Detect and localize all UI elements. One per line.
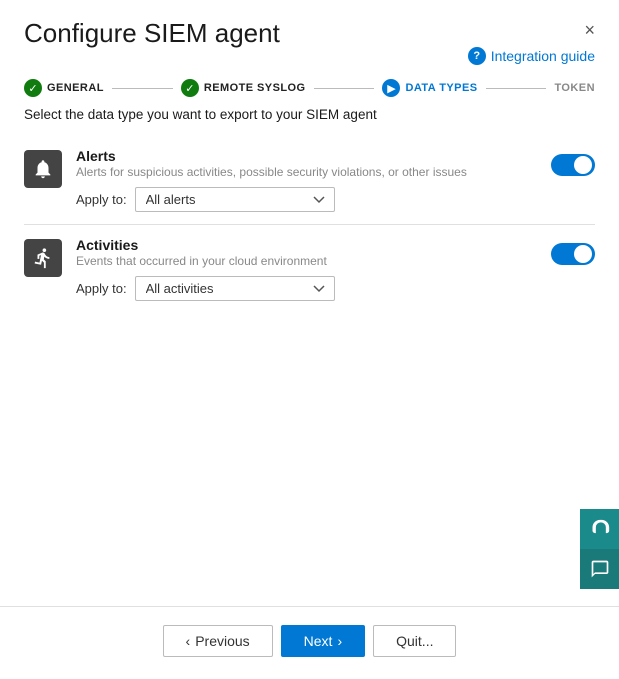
quit-button[interactable]: Quit... — [373, 625, 456, 657]
activities-apply-select[interactable]: All activities Custom — [135, 276, 335, 301]
stepper: ✓ GENERAL ✓ REMOTE SYSLOG ▶ DATA TYPES T… — [0, 65, 619, 107]
activities-title: Activities — [76, 237, 537, 253]
quit-label: Quit... — [396, 633, 433, 649]
alerts-apply-label: Apply to: — [76, 192, 127, 207]
alerts-title: Alerts — [76, 148, 537, 164]
step-icon-general: ✓ — [24, 79, 42, 97]
previous-label: Previous — [195, 633, 249, 649]
alerts-apply-select[interactable]: All alerts Custom — [135, 187, 335, 212]
integration-guide-label: Integration guide — [491, 48, 595, 64]
next-chevron-icon: › — [337, 633, 342, 649]
modal-body: Select the data type you want to export … — [0, 107, 619, 606]
activity-icon — [32, 247, 54, 269]
modal-title: Configure SIEM agent — [24, 18, 280, 49]
close-button[interactable]: × — [584, 20, 595, 41]
next-button[interactable]: Next › — [281, 625, 365, 657]
configure-siem-modal: Configure SIEM agent × ? Integration gui… — [0, 0, 619, 679]
step-icon-syslog: ✓ — [181, 79, 199, 97]
chat-icon — [590, 559, 610, 579]
previous-button[interactable]: ‹ Previous — [163, 625, 273, 657]
alerts-description: Alerts for suspicious activities, possib… — [76, 165, 537, 179]
alerts-toggle[interactable] — [551, 154, 595, 176]
step-label-general: GENERAL — [47, 82, 104, 94]
step-token: TOKEN — [554, 82, 595, 94]
data-type-activities-row: Activities Events that occurred in your … — [24, 225, 595, 313]
modal-footer: ‹ Previous Next › Quit... — [0, 606, 619, 679]
step-label-token: TOKEN — [554, 82, 595, 94]
step-line-2 — [314, 88, 375, 89]
step-general: ✓ GENERAL — [24, 79, 104, 97]
alerts-icon-container — [24, 150, 62, 188]
step-icon-datatypes: ▶ — [382, 79, 400, 97]
side-chat-button[interactable] — [580, 549, 619, 589]
step-line-3 — [486, 88, 547, 89]
step-line-1 — [112, 88, 173, 89]
activities-description: Events that occurred in your cloud envir… — [76, 254, 537, 268]
help-icon: ? — [468, 47, 486, 65]
step-remote-syslog: ✓ REMOTE SYSLOG — [181, 79, 306, 97]
step-data-types: ▶ DATA TYPES — [382, 79, 477, 97]
activities-toggle[interactable] — [551, 243, 595, 265]
integration-guide-link[interactable]: ? Integration guide — [468, 47, 595, 65]
activities-icon-container — [24, 239, 62, 277]
headset-icon — [590, 519, 610, 539]
step-label-datatypes: DATA TYPES — [405, 82, 477, 94]
side-help-button[interactable] — [580, 509, 619, 549]
previous-chevron-icon: ‹ — [186, 633, 191, 649]
modal-header: Configure SIEM agent × ? Integration gui… — [0, 0, 619, 65]
activities-info: Activities Events that occurred in your … — [76, 237, 537, 301]
activities-apply-label: Apply to: — [76, 281, 127, 296]
activities-apply-row: Apply to: All activities Custom — [76, 276, 537, 301]
side-buttons — [580, 509, 619, 589]
section-description: Select the data type you want to export … — [24, 107, 595, 122]
alerts-info: Alerts Alerts for suspicious activities,… — [76, 148, 537, 212]
bell-icon — [32, 158, 54, 180]
alerts-apply-row: Apply to: All alerts Custom — [76, 187, 537, 212]
data-type-alerts-row: Alerts Alerts for suspicious activities,… — [24, 136, 595, 225]
step-label-syslog: REMOTE SYSLOG — [204, 82, 306, 94]
next-label: Next — [304, 633, 333, 649]
